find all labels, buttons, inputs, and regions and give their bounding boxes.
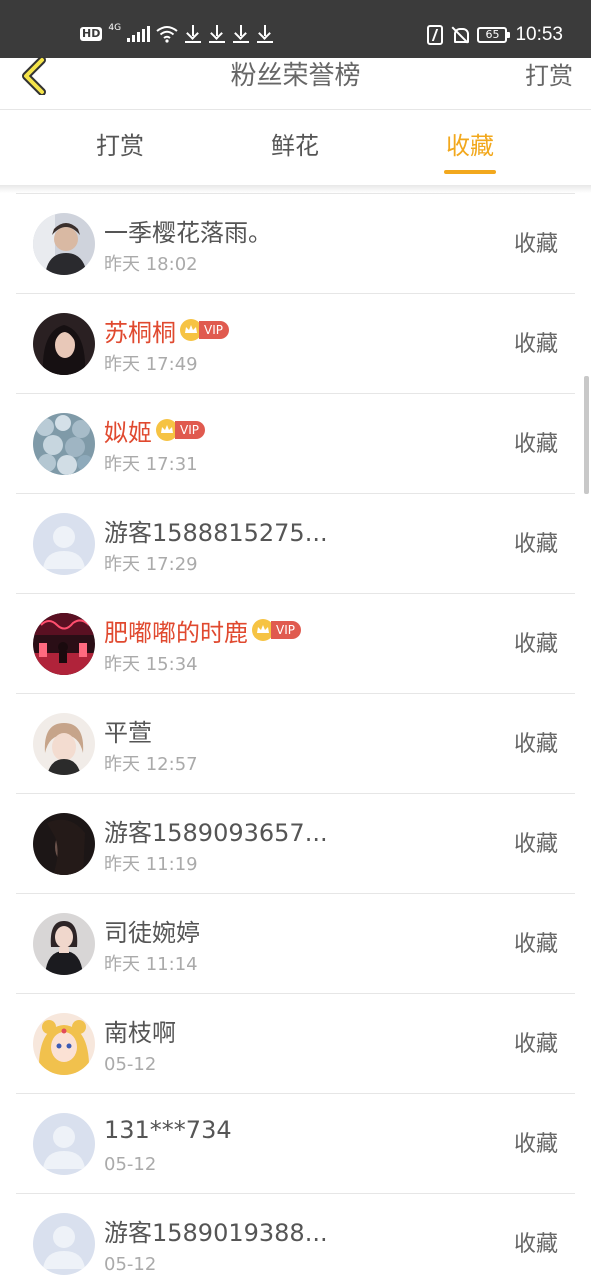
action-label: 收藏 [513,1032,558,1057]
list-item[interactable]: 姒姬 VIP 昨天 17:31 收藏 [16,394,575,494]
vip-badge: VIP [271,621,301,639]
status-bar: HD 4G 65 10:53 [0,0,591,58]
avatar[interactable] [33,713,95,775]
action-label: 收藏 [513,632,558,657]
user-name[interactable]: 游客1589019388... [104,1213,328,1248]
avatar[interactable] [33,513,95,575]
action-label: 收藏 [513,732,558,757]
fan-list[interactable]: 一季樱花落雨。 昨天 18:02 收藏 苏桐桐 VIP 昨天 17:49 收藏 [16,193,575,1280]
action-label: 收藏 [513,432,558,457]
tab-reward[interactable]: 打赏 [60,129,180,163]
page-title: 粉丝荣誉榜 [230,61,361,91]
signal-icon [127,26,151,42]
hd-icon: HD [80,27,103,41]
action-label: 收藏 [513,332,558,357]
tab-bar-divider [0,185,591,193]
action-label: 收藏 [513,832,558,857]
avatar[interactable] [33,1213,95,1275]
name-line: 肥嘟嘟的时鹿 VIP [104,613,301,647]
name-line: 游客1588815275... [104,513,328,547]
list-item[interactable]: 肥嘟嘟的时鹿 VIP 昨天 15:34 收藏 [16,594,575,694]
tab-favorites[interactable]: 收藏 [410,129,530,163]
nfc-icon [427,25,444,45]
list-item[interactable]: 司徒婉婷 昨天 11:14 收藏 [16,894,575,994]
wifi-icon [156,26,178,43]
timestamp: 昨天 18:02 [104,254,198,275]
timestamp: 昨天 11:14 [104,954,198,975]
timestamp: 昨天 12:57 [104,754,198,775]
name-line: 南枝啊 [104,1013,176,1047]
active-tab-indicator [444,170,496,174]
user-name[interactable]: 一季樱花落雨。 [104,213,272,248]
timestamp: 昨天 17:31 [104,454,198,475]
download-icon [232,24,250,44]
list-item[interactable]: 游客1589093657... 昨天 11:19 收藏 [16,794,575,894]
timestamp: 05-12 [104,1254,157,1275]
avatar[interactable] [33,813,95,875]
user-name[interactable]: 游客1589093657... [104,813,328,848]
timestamp: 05-12 [104,1154,157,1175]
default-avatar-icon [33,1213,95,1275]
battery-icon: 65 [477,27,511,43]
default-avatar-icon [33,1113,95,1175]
timestamp: 昨天 15:34 [104,654,198,675]
name-line: 游客1589019388... [104,1213,328,1247]
timestamp: 昨天 11:19 [104,854,198,875]
user-name[interactable]: 姒姬 [104,413,152,448]
tab-bar: 打赏 鲜花 收藏 [0,111,591,187]
name-line: 131***734 [104,1113,232,1147]
scrollbar[interactable] [584,376,589,494]
tab-flowers[interactable]: 鲜花 [235,129,355,163]
user-name[interactable]: 肥嘟嘟的时鹿 [104,613,248,648]
name-line: 一季樱花落雨。 [104,213,272,247]
list-item[interactable]: 一季樱花落雨。 昨天 18:02 收藏 [16,194,575,294]
list-item[interactable]: 平萱 昨天 12:57 收藏 [16,694,575,794]
download-icon [208,24,226,44]
timestamp: 昨天 17:49 [104,354,198,375]
list-item[interactable]: 南枝啊 05-12 收藏 [16,994,575,1094]
user-name[interactable]: 司徒婉婷 [104,913,200,948]
timestamp: 昨天 17:29 [104,554,198,575]
bell-off-icon [451,25,470,45]
list-item[interactable]: 游客1588815275... 昨天 17:29 收藏 [16,494,575,594]
status-bar-left: HD 4G [80,23,274,44]
top-nav-bar: 粉丝荣誉榜 打赏 [0,57,591,110]
avatar[interactable] [33,1013,95,1075]
name-line: 姒姬 VIP [104,413,205,447]
user-name[interactable]: 游客1588815275... [104,513,328,548]
name-line: 游客1589093657... [104,813,328,847]
avatar[interactable] [33,613,95,675]
status-bar-right: 65 10:53 [427,24,563,46]
action-label: 收藏 [513,232,558,257]
action-label: 收藏 [513,532,558,557]
name-line: 司徒婉婷 [104,913,200,947]
reward-button[interactable]: 打赏 [525,58,573,94]
avatar[interactable] [33,313,95,375]
download-icon [184,24,202,44]
name-line: 苏桐桐 VIP [104,313,229,347]
avatar[interactable] [33,413,95,475]
avatar[interactable] [33,1113,95,1175]
timestamp: 05-12 [104,1054,157,1075]
action-label: 收藏 [513,1132,558,1157]
user-name[interactable]: 南枝啊 [104,1013,176,1048]
list-item[interactable]: 游客1589019388... 05-12 收藏 [16,1194,575,1280]
vip-badge: VIP [199,321,229,339]
name-line: 平萱 [104,713,152,747]
action-label: 收藏 [513,932,558,957]
list-item[interactable]: 131***734 05-12 收藏 [16,1094,575,1194]
list-item[interactable]: 苏桐桐 VIP 昨天 17:49 收藏 [16,294,575,394]
action-label: 收藏 [513,1232,558,1257]
download-icon [256,24,274,44]
status-time: 10:53 [515,24,563,45]
default-avatar-icon [33,513,95,575]
avatar[interactable] [33,213,95,275]
network-type: 4G [108,23,122,33]
avatar[interactable] [33,913,95,975]
vip-badge: VIP [175,421,205,439]
user-name[interactable]: 平萱 [104,713,152,748]
user-name[interactable]: 苏桐桐 [104,313,176,348]
user-name[interactable]: 131***734 [104,1116,232,1144]
